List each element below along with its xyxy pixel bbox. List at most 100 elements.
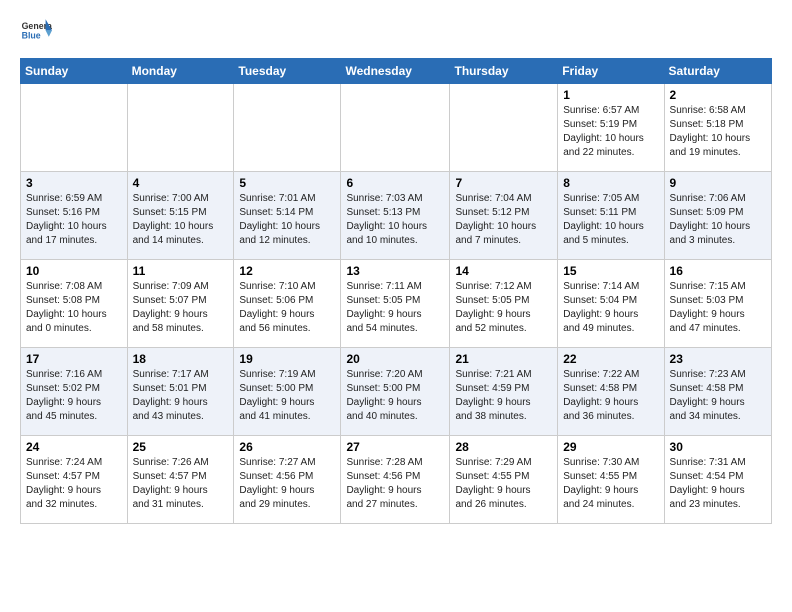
day-info: Sunrise: 7:27 AM Sunset: 4:56 PM Dayligh… (239, 456, 335, 512)
calendar-cell: 28 Sunrise: 7:29 AM Sunset: 4:55 PM Dayli… (450, 436, 558, 524)
calendar-cell (21, 84, 128, 172)
calendar-week-2: 3 Sunrise: 6:59 AM Sunset: 5:16 PM Daylig… (21, 172, 772, 260)
calendar-cell: 18Sunrise: 7:17 AM Sunset: 5:01 PM Dayli… (127, 348, 234, 436)
day-number: 26 (239, 440, 335, 454)
calendar-cell: 10 Sunrise: 7:08 AM Sunset: 5:08 PM Dayli… (21, 260, 128, 348)
calendar-cell: 29 Sunrise: 7:30 AM Sunset: 4:55 PM Dayli… (558, 436, 664, 524)
day-info: Sunrise: 7:22 AM Sunset: 4:58 PM Dayligh… (563, 368, 658, 424)
calendar-cell (127, 84, 234, 172)
calendar-cell: 17 Sunrise: 7:16 AM Sunset: 5:02 PM Dayli… (21, 348, 128, 436)
day-info: Sunrise: 7:01 AM Sunset: 5:14 PM Dayligh… (239, 192, 335, 248)
calendar-cell: 7Sunrise: 7:04 AM Sunset: 5:12 PM Daylig… (450, 172, 558, 260)
day-number: 19 (239, 352, 335, 366)
weekday-header-tuesday: Tuesday (234, 59, 341, 84)
calendar-week-1: 1 Sunrise: 6:57 AM Sunset: 5:19 PM Daylig… (21, 84, 772, 172)
header: General Blue (20, 16, 772, 48)
day-info: Sunrise: 7:20 AM Sunset: 5:00 PM Dayligh… (346, 368, 444, 424)
weekday-header-friday: Friday (558, 59, 664, 84)
calendar-cell: 1 Sunrise: 6:57 AM Sunset: 5:19 PM Daylig… (558, 84, 664, 172)
day-info: Sunrise: 7:21 AM Sunset: 4:59 PM Dayligh… (455, 368, 552, 424)
day-info: Sunrise: 7:10 AM Sunset: 5:06 PM Dayligh… (239, 280, 335, 336)
calendar-cell: 23 Sunrise: 7:23 AM Sunset: 4:58 PM Dayli… (664, 348, 771, 436)
day-info: Sunrise: 7:08 AM Sunset: 5:08 PM Dayligh… (26, 280, 122, 336)
day-info: Sunrise: 7:23 AM Sunset: 4:58 PM Dayligh… (670, 368, 766, 424)
calendar-header-row: SundayMondayTuesdayWednesdayThursdayFrid… (21, 59, 772, 84)
day-number: 28 (455, 440, 552, 454)
day-number: 13 (346, 264, 444, 278)
day-number: 11 (133, 264, 229, 278)
day-number: 12 (239, 264, 335, 278)
day-number: 18 (133, 352, 229, 366)
calendar-cell: 14 Sunrise: 7:12 AM Sunset: 5:05 PM Dayli… (450, 260, 558, 348)
day-number: 15 (563, 264, 658, 278)
day-info: Sunrise: 7:06 AM Sunset: 5:09 PM Dayligh… (670, 192, 766, 248)
day-info: Sunrise: 7:03 AM Sunset: 5:13 PM Dayligh… (346, 192, 444, 248)
day-number: 3 (26, 176, 122, 190)
calendar-week-3: 10 Sunrise: 7:08 AM Sunset: 5:08 PM Dayli… (21, 260, 772, 348)
calendar-cell: 12 Sunrise: 7:10 AM Sunset: 5:06 PM Dayli… (234, 260, 341, 348)
calendar-table: SundayMondayTuesdayWednesdayThursdayFrid… (20, 58, 772, 524)
day-number: 27 (346, 440, 444, 454)
day-info: Sunrise: 6:57 AM Sunset: 5:19 PM Dayligh… (563, 104, 658, 160)
day-number: 8 (563, 176, 658, 190)
day-number: 7 (455, 176, 552, 190)
calendar-cell: 15 Sunrise: 7:14 AM Sunset: 5:04 PM Dayli… (558, 260, 664, 348)
day-number: 5 (239, 176, 335, 190)
day-info: Sunrise: 7:16 AM Sunset: 5:02 PM Dayligh… (26, 368, 122, 424)
day-info: Sunrise: 7:31 AM Sunset: 4:54 PM Dayligh… (670, 456, 766, 512)
day-info: Sunrise: 7:19 AM Sunset: 5:00 PM Dayligh… (239, 368, 335, 424)
weekday-header-saturday: Saturday (664, 59, 771, 84)
calendar-cell: 8 Sunrise: 7:05 AM Sunset: 5:11 PM Daylig… (558, 172, 664, 260)
day-info: Sunrise: 7:29 AM Sunset: 4:55 PM Dayligh… (455, 456, 552, 512)
calendar-cell (341, 84, 450, 172)
weekday-header-monday: Monday (127, 59, 234, 84)
day-number: 21 (455, 352, 552, 366)
day-info: Sunrise: 6:58 AM Sunset: 5:18 PM Dayligh… (670, 104, 766, 160)
day-info: Sunrise: 7:24 AM Sunset: 4:57 PM Dayligh… (26, 456, 122, 512)
calendar-cell: 25Sunrise: 7:26 AM Sunset: 4:57 PM Dayli… (127, 436, 234, 524)
day-number: 23 (670, 352, 766, 366)
calendar-cell: 30Sunrise: 7:31 AM Sunset: 4:54 PM Dayli… (664, 436, 771, 524)
day-number: 17 (26, 352, 122, 366)
calendar-cell: 3 Sunrise: 6:59 AM Sunset: 5:16 PM Daylig… (21, 172, 128, 260)
calendar-cell: 13 Sunrise: 7:11 AM Sunset: 5:05 PM Dayli… (341, 260, 450, 348)
day-number: 20 (346, 352, 444, 366)
weekday-header-thursday: Thursday (450, 59, 558, 84)
day-number: 10 (26, 264, 122, 278)
day-info: Sunrise: 7:26 AM Sunset: 4:57 PM Dayligh… (133, 456, 229, 512)
calendar-cell (450, 84, 558, 172)
day-info: Sunrise: 7:15 AM Sunset: 5:03 PM Dayligh… (670, 280, 766, 336)
page: General Blue SundayMondayTuesdayWednesda… (0, 0, 792, 612)
calendar-cell: 16Sunrise: 7:15 AM Sunset: 5:03 PM Dayli… (664, 260, 771, 348)
day-number: 14 (455, 264, 552, 278)
weekday-header-wednesday: Wednesday (341, 59, 450, 84)
day-number: 22 (563, 352, 658, 366)
day-info: Sunrise: 7:05 AM Sunset: 5:11 PM Dayligh… (563, 192, 658, 248)
day-info: Sunrise: 6:59 AM Sunset: 5:16 PM Dayligh… (26, 192, 122, 248)
day-info: Sunrise: 7:14 AM Sunset: 5:04 PM Dayligh… (563, 280, 658, 336)
day-info: Sunrise: 7:00 AM Sunset: 5:15 PM Dayligh… (133, 192, 229, 248)
calendar-cell: 9Sunrise: 7:06 AM Sunset: 5:09 PM Daylig… (664, 172, 771, 260)
day-info: Sunrise: 7:30 AM Sunset: 4:55 PM Dayligh… (563, 456, 658, 512)
calendar-cell: 11Sunrise: 7:09 AM Sunset: 5:07 PM Dayli… (127, 260, 234, 348)
logo: General Blue (20, 16, 52, 48)
calendar-cell: 4Sunrise: 7:00 AM Sunset: 5:15 PM Daylig… (127, 172, 234, 260)
calendar-cell: 26 Sunrise: 7:27 AM Sunset: 4:56 PM Dayli… (234, 436, 341, 524)
calendar-cell: 19 Sunrise: 7:19 AM Sunset: 5:00 PM Dayli… (234, 348, 341, 436)
day-info: Sunrise: 7:28 AM Sunset: 4:56 PM Dayligh… (346, 456, 444, 512)
day-number: 6 (346, 176, 444, 190)
day-info: Sunrise: 7:12 AM Sunset: 5:05 PM Dayligh… (455, 280, 552, 336)
calendar-cell: 27 Sunrise: 7:28 AM Sunset: 4:56 PM Dayli… (341, 436, 450, 524)
svg-text:Blue: Blue (22, 30, 41, 40)
calendar-cell: 2 Sunrise: 6:58 AM Sunset: 5:18 PM Daylig… (664, 84, 771, 172)
day-number: 29 (563, 440, 658, 454)
calendar-cell: 22 Sunrise: 7:22 AM Sunset: 4:58 PM Dayli… (558, 348, 664, 436)
day-number: 1 (563, 88, 658, 102)
calendar-week-4: 17 Sunrise: 7:16 AM Sunset: 5:02 PM Dayli… (21, 348, 772, 436)
calendar-cell: 21 Sunrise: 7:21 AM Sunset: 4:59 PM Dayli… (450, 348, 558, 436)
calendar-cell: 20 Sunrise: 7:20 AM Sunset: 5:00 PM Dayli… (341, 348, 450, 436)
day-number: 24 (26, 440, 122, 454)
day-info: Sunrise: 7:11 AM Sunset: 5:05 PM Dayligh… (346, 280, 444, 336)
calendar-week-5: 24 Sunrise: 7:24 AM Sunset: 4:57 PM Dayli… (21, 436, 772, 524)
day-number: 2 (670, 88, 766, 102)
